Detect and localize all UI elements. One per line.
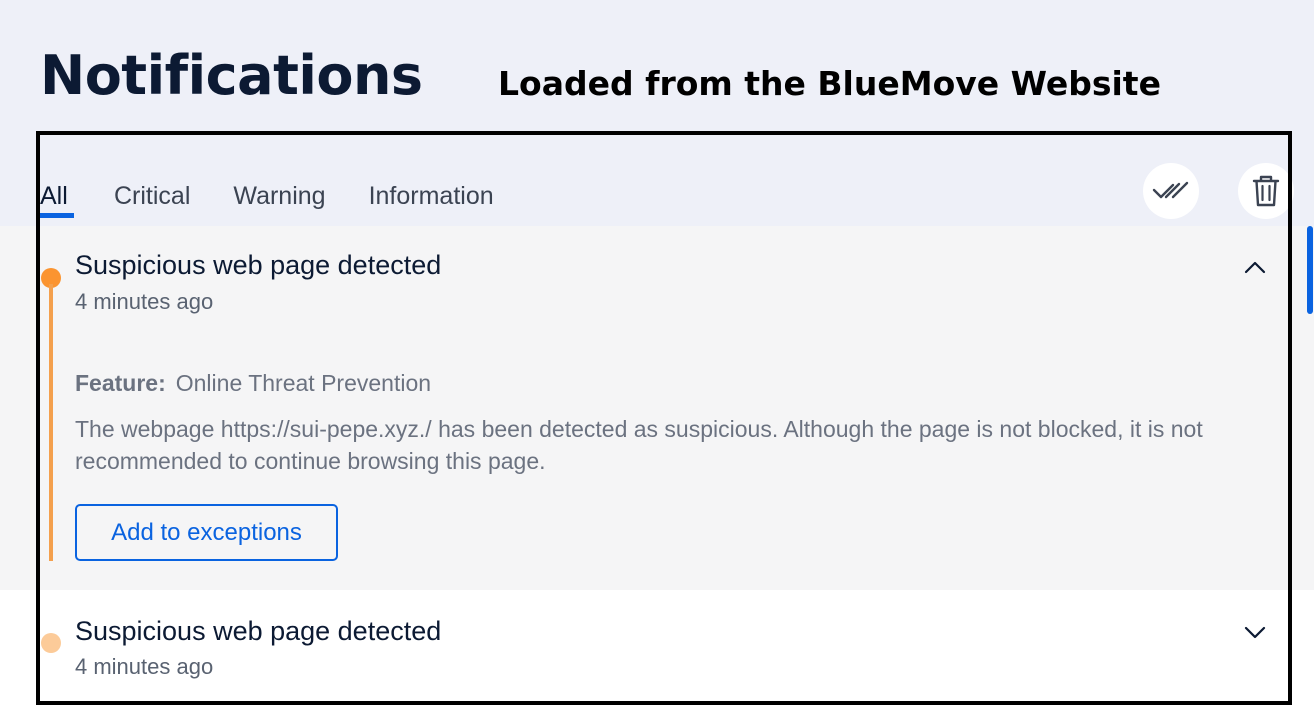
notification-description: The webpage https://sui-pepe.xyz./ has b… bbox=[75, 416, 1203, 474]
feature-value: Online Threat Prevention bbox=[175, 370, 432, 396]
severity-dot bbox=[41, 633, 61, 653]
page-title: Notifications bbox=[40, 44, 423, 107]
severity-bar bbox=[49, 284, 53, 561]
feature-label: Feature: bbox=[75, 370, 166, 396]
feature-row: Feature: Online Threat Prevention bbox=[75, 370, 431, 397]
tab-all[interactable]: All bbox=[40, 170, 74, 218]
chevron-down-icon[interactable] bbox=[1243, 620, 1267, 644]
notification-time: 4 minutes ago bbox=[75, 654, 214, 679]
notification-title: Suspicious web page detected bbox=[75, 250, 442, 280]
tab-warning[interactable]: Warning bbox=[233, 170, 325, 216]
annotation-caption: Loaded from the BlueMove Website bbox=[498, 64, 1161, 103]
notification-item[interactable]: Suspicious web page detected 4 minutes a… bbox=[40, 226, 1280, 590]
double-check-icon bbox=[1152, 181, 1189, 199]
notification-time: 4 minutes ago bbox=[75, 289, 214, 314]
trash-icon bbox=[1252, 175, 1280, 207]
add-to-exceptions-button[interactable]: Add to exceptions bbox=[75, 504, 338, 561]
tab-critical[interactable]: Critical bbox=[114, 170, 190, 216]
scrollbar-thumb[interactable] bbox=[1307, 226, 1313, 314]
notification-item[interactable]: Suspicious web page detected 4 minutes a… bbox=[40, 590, 1280, 700]
notification-tabs: All Critical Warning Information bbox=[40, 170, 537, 228]
chevron-up-icon[interactable] bbox=[1243, 256, 1267, 280]
delete-all-button[interactable] bbox=[1238, 163, 1294, 219]
notification-title: Suspicious web page detected bbox=[75, 616, 442, 646]
tab-information[interactable]: Information bbox=[369, 170, 494, 216]
mark-all-read-button[interactable] bbox=[1143, 163, 1199, 219]
